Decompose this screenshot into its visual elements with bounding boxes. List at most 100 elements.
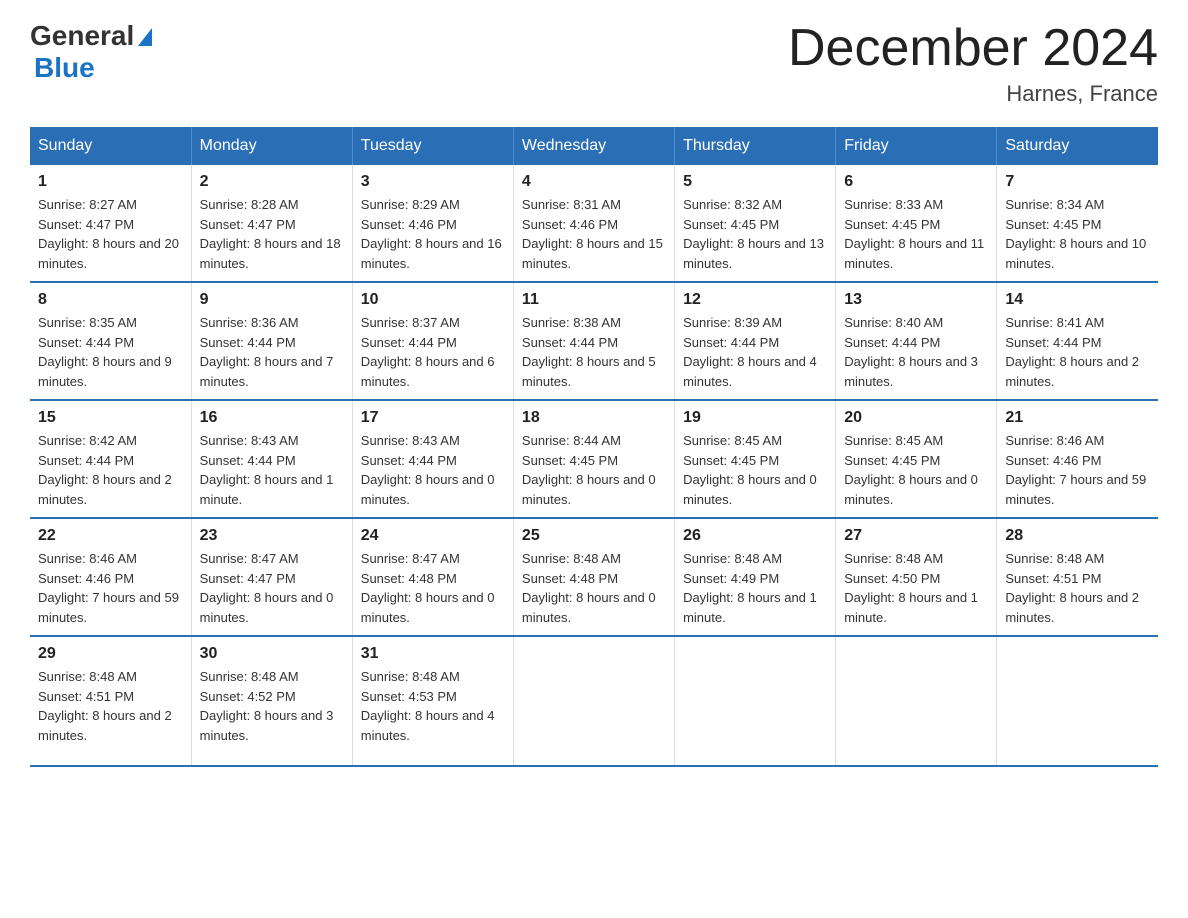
table-row: 8 Sunrise: 8:35 AMSunset: 4:44 PMDayligh… [30, 282, 191, 400]
day-number: 20 [844, 409, 988, 427]
day-info: Sunrise: 8:40 AMSunset: 4:44 PMDaylight:… [844, 315, 978, 389]
day-info: Sunrise: 8:36 AMSunset: 4:44 PMDaylight:… [200, 315, 334, 389]
day-number: 27 [844, 527, 988, 545]
logo-triangle-icon [138, 28, 152, 46]
title-area: December 2024 Harnes, France [788, 20, 1158, 107]
day-number: 21 [1005, 409, 1150, 427]
day-info: Sunrise: 8:27 AMSunset: 4:47 PMDaylight:… [38, 197, 179, 271]
day-number: 11 [522, 291, 666, 309]
day-info: Sunrise: 8:48 AMSunset: 4:51 PMDaylight:… [38, 669, 172, 743]
logo-general-text: General [30, 20, 134, 52]
day-info: Sunrise: 8:48 AMSunset: 4:50 PMDaylight:… [844, 551, 978, 625]
table-row: 19 Sunrise: 8:45 AMSunset: 4:45 PMDaylig… [675, 400, 836, 518]
table-row: 4 Sunrise: 8:31 AMSunset: 4:46 PMDayligh… [513, 165, 674, 282]
day-number: 25 [522, 527, 666, 545]
table-row: 14 Sunrise: 8:41 AMSunset: 4:44 PMDaylig… [997, 282, 1158, 400]
logo: General Blue [30, 20, 152, 84]
day-number: 29 [38, 645, 183, 663]
table-row: 23 Sunrise: 8:47 AMSunset: 4:47 PMDaylig… [191, 518, 352, 636]
day-info: Sunrise: 8:28 AMSunset: 4:47 PMDaylight:… [200, 197, 341, 271]
day-number: 13 [844, 291, 988, 309]
day-number: 22 [38, 527, 183, 545]
day-number: 30 [200, 645, 344, 663]
day-info: Sunrise: 8:29 AMSunset: 4:46 PMDaylight:… [361, 197, 502, 271]
day-number: 16 [200, 409, 344, 427]
table-row: 13 Sunrise: 8:40 AMSunset: 4:44 PMDaylig… [836, 282, 997, 400]
day-info: Sunrise: 8:42 AMSunset: 4:44 PMDaylight:… [38, 433, 172, 507]
table-row: 25 Sunrise: 8:48 AMSunset: 4:48 PMDaylig… [513, 518, 674, 636]
table-row [997, 636, 1158, 766]
day-number: 8 [38, 291, 183, 309]
day-info: Sunrise: 8:45 AMSunset: 4:45 PMDaylight:… [844, 433, 978, 507]
table-row: 12 Sunrise: 8:39 AMSunset: 4:44 PMDaylig… [675, 282, 836, 400]
table-row: 17 Sunrise: 8:43 AMSunset: 4:44 PMDaylig… [352, 400, 513, 518]
day-number: 24 [361, 527, 505, 545]
header-monday: Monday [191, 127, 352, 165]
day-info: Sunrise: 8:48 AMSunset: 4:49 PMDaylight:… [683, 551, 817, 625]
day-number: 18 [522, 409, 666, 427]
table-row: 28 Sunrise: 8:48 AMSunset: 4:51 PMDaylig… [997, 518, 1158, 636]
table-row: 24 Sunrise: 8:47 AMSunset: 4:48 PMDaylig… [352, 518, 513, 636]
day-number: 2 [200, 173, 344, 191]
table-row: 5 Sunrise: 8:32 AMSunset: 4:45 PMDayligh… [675, 165, 836, 282]
table-row [675, 636, 836, 766]
day-info: Sunrise: 8:46 AMSunset: 4:46 PMDaylight:… [1005, 433, 1146, 507]
day-info: Sunrise: 8:48 AMSunset: 4:48 PMDaylight:… [522, 551, 656, 625]
day-number: 15 [38, 409, 183, 427]
header-friday: Friday [836, 127, 997, 165]
header-sunday: Sunday [30, 127, 191, 165]
header-tuesday: Tuesday [352, 127, 513, 165]
header-thursday: Thursday [675, 127, 836, 165]
table-row: 30 Sunrise: 8:48 AMSunset: 4:52 PMDaylig… [191, 636, 352, 766]
day-info: Sunrise: 8:34 AMSunset: 4:45 PMDaylight:… [1005, 197, 1146, 271]
day-info: Sunrise: 8:48 AMSunset: 4:52 PMDaylight:… [200, 669, 334, 743]
day-info: Sunrise: 8:38 AMSunset: 4:44 PMDaylight:… [522, 315, 656, 389]
day-number: 9 [200, 291, 344, 309]
table-row: 16 Sunrise: 8:43 AMSunset: 4:44 PMDaylig… [191, 400, 352, 518]
day-number: 4 [522, 173, 666, 191]
day-number: 6 [844, 173, 988, 191]
day-number: 23 [200, 527, 344, 545]
table-row: 2 Sunrise: 8:28 AMSunset: 4:47 PMDayligh… [191, 165, 352, 282]
day-info: Sunrise: 8:47 AMSunset: 4:47 PMDaylight:… [200, 551, 334, 625]
day-number: 5 [683, 173, 827, 191]
day-number: 31 [361, 645, 505, 663]
day-number: 26 [683, 527, 827, 545]
table-row [513, 636, 674, 766]
table-row: 29 Sunrise: 8:48 AMSunset: 4:51 PMDaylig… [30, 636, 191, 766]
table-row: 6 Sunrise: 8:33 AMSunset: 4:45 PMDayligh… [836, 165, 997, 282]
table-row [836, 636, 997, 766]
day-info: Sunrise: 8:35 AMSunset: 4:44 PMDaylight:… [38, 315, 172, 389]
table-row: 20 Sunrise: 8:45 AMSunset: 4:45 PMDaylig… [836, 400, 997, 518]
day-info: Sunrise: 8:47 AMSunset: 4:48 PMDaylight:… [361, 551, 495, 625]
table-row: 1 Sunrise: 8:27 AMSunset: 4:47 PMDayligh… [30, 165, 191, 282]
table-row: 7 Sunrise: 8:34 AMSunset: 4:45 PMDayligh… [997, 165, 1158, 282]
day-info: Sunrise: 8:31 AMSunset: 4:46 PMDaylight:… [522, 197, 663, 271]
day-info: Sunrise: 8:43 AMSunset: 4:44 PMDaylight:… [361, 433, 495, 507]
day-number: 17 [361, 409, 505, 427]
table-row: 21 Sunrise: 8:46 AMSunset: 4:46 PMDaylig… [997, 400, 1158, 518]
day-number: 7 [1005, 173, 1150, 191]
table-row: 10 Sunrise: 8:37 AMSunset: 4:44 PMDaylig… [352, 282, 513, 400]
day-info: Sunrise: 8:44 AMSunset: 4:45 PMDaylight:… [522, 433, 656, 507]
day-info: Sunrise: 8:45 AMSunset: 4:45 PMDaylight:… [683, 433, 817, 507]
header-wednesday: Wednesday [513, 127, 674, 165]
day-info: Sunrise: 8:46 AMSunset: 4:46 PMDaylight:… [38, 551, 179, 625]
table-row: 11 Sunrise: 8:38 AMSunset: 4:44 PMDaylig… [513, 282, 674, 400]
day-number: 14 [1005, 291, 1150, 309]
day-number: 1 [38, 173, 183, 191]
day-number: 28 [1005, 527, 1150, 545]
calendar-table: Sunday Monday Tuesday Wednesday Thursday… [30, 127, 1158, 767]
calendar-subtitle: Harnes, France [788, 81, 1158, 107]
day-info: Sunrise: 8:39 AMSunset: 4:44 PMDaylight:… [683, 315, 817, 389]
day-number: 3 [361, 173, 505, 191]
table-row: 9 Sunrise: 8:36 AMSunset: 4:44 PMDayligh… [191, 282, 352, 400]
calendar-header-row: Sunday Monday Tuesday Wednesday Thursday… [30, 127, 1158, 165]
day-info: Sunrise: 8:43 AMSunset: 4:44 PMDaylight:… [200, 433, 334, 507]
logo-blue-text: Blue [34, 52, 95, 83]
day-info: Sunrise: 8:33 AMSunset: 4:45 PMDaylight:… [844, 197, 984, 271]
day-info: Sunrise: 8:41 AMSunset: 4:44 PMDaylight:… [1005, 315, 1139, 389]
day-number: 12 [683, 291, 827, 309]
day-info: Sunrise: 8:37 AMSunset: 4:44 PMDaylight:… [361, 315, 495, 389]
table-row: 26 Sunrise: 8:48 AMSunset: 4:49 PMDaylig… [675, 518, 836, 636]
